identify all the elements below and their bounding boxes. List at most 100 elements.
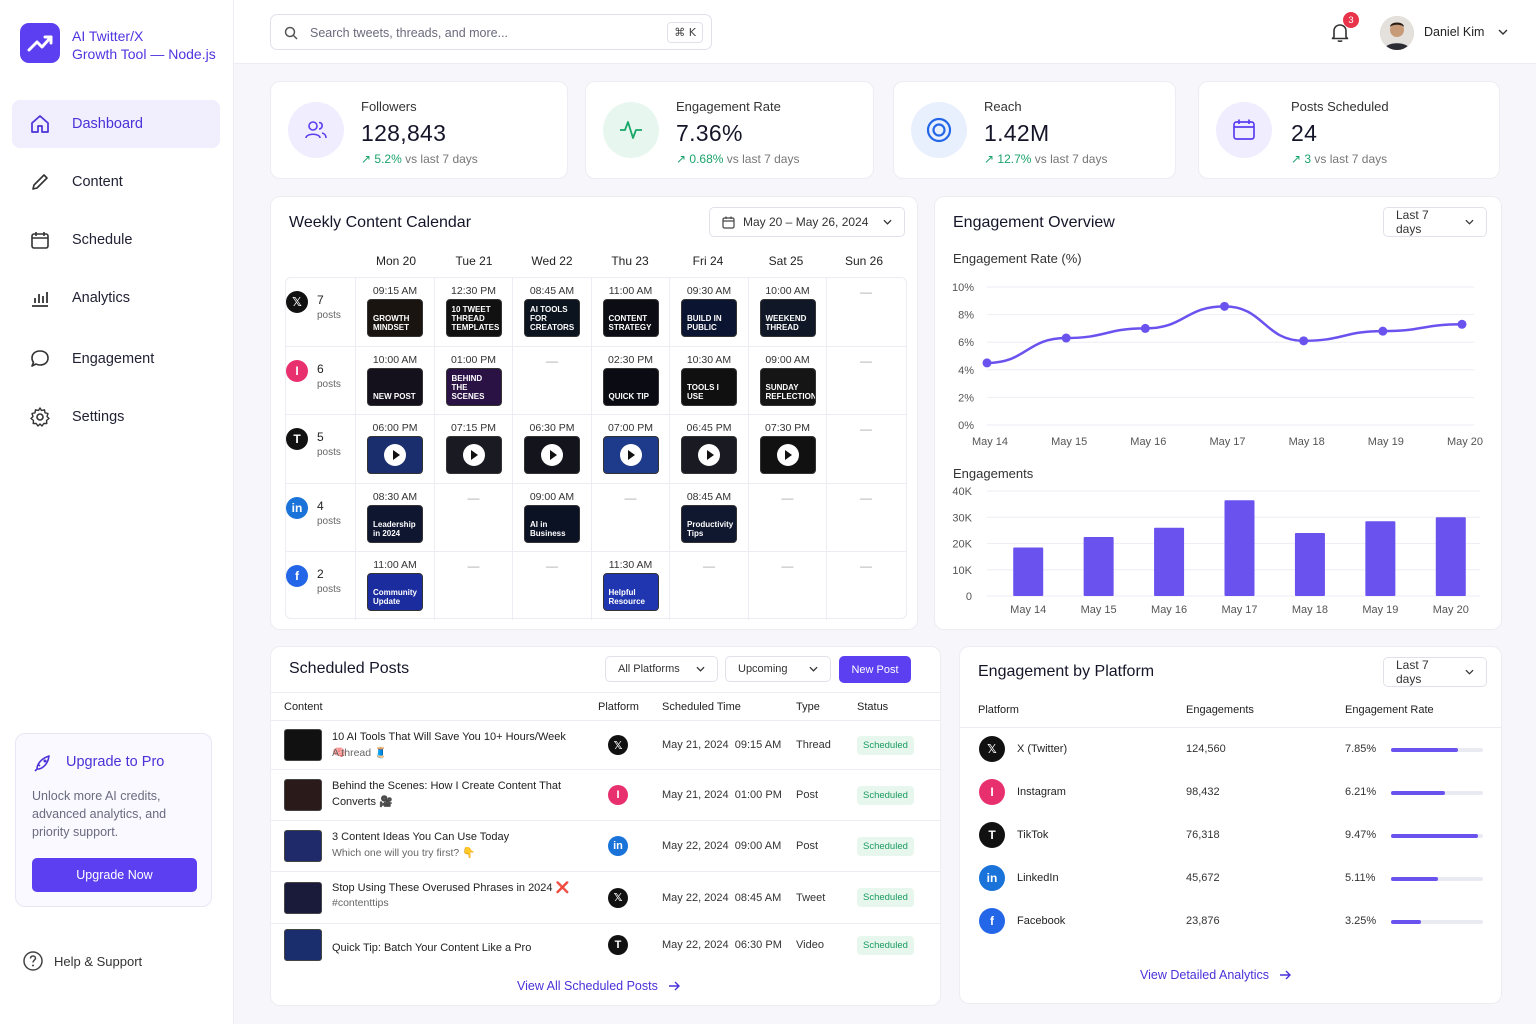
thumbnail-text: CONTENT STRATEGY (608, 314, 652, 332)
engagements-value: 124,560 (1186, 743, 1226, 755)
post-time: 06:30 PM (529, 422, 575, 434)
nav-engagement[interactable]: Engagement (12, 335, 220, 383)
platform-name: Instagram (1017, 786, 1066, 798)
nav-content[interactable]: Content (12, 158, 220, 206)
post-thumbnail[interactable]: GROWTH MINDSET (367, 299, 423, 337)
post-time: 07:30 PM (765, 422, 810, 434)
time-filter-dropdown[interactable]: Upcoming (725, 656, 831, 682)
post-thumbnail[interactable]: WEEKEND THREAD (759, 299, 816, 337)
view-all-scheduled-link[interactable]: View All Scheduled Posts (517, 979, 680, 993)
table-row[interactable]: Quick Tip: Batch Your Content Like a Pro… (271, 924, 940, 966)
avatar[interactable] (1380, 16, 1414, 50)
post-thumbnail[interactable] (759, 436, 816, 474)
post-thumbnail[interactable]: TOOLS I USE (681, 367, 737, 406)
user-menu[interactable]: Daniel Kim (1424, 25, 1508, 39)
help-support-link[interactable]: Help & Support (22, 950, 142, 972)
column-divider (826, 414, 827, 483)
column-divider (355, 345, 356, 414)
calendar-range-dropdown[interactable]: May 20 – May 26, 2024 (709, 207, 905, 237)
post-thumbnail[interactable]: Community Update (367, 573, 423, 611)
status-badge: Scheduled (857, 888, 914, 907)
column-divider (669, 414, 670, 483)
engagement-overview-card: Engagement Overview Last 7 days Engageme… (934, 196, 1502, 630)
post-time: 09:00 AM (529, 490, 575, 503)
table-row[interactable]: 10 AI Tools That Will Save You 10+ Hours… (271, 721, 940, 770)
notification-badge: 3 (1343, 12, 1359, 28)
sidebar: AI Twitter/X Growth Tool — Node.js Dashb… (0, 0, 234, 1024)
search-input[interactable]: Search tweets, threads, and more... ⌘ K (270, 14, 712, 50)
column-divider (355, 277, 356, 346)
post-thumbnail[interactable]: Helpful Resource (602, 573, 659, 611)
overview-period-dropdown[interactable]: Last 7 days (1383, 207, 1487, 237)
bar (1013, 547, 1044, 596)
period-label: Last 7 days (1396, 208, 1429, 236)
platform-period-dropdown[interactable]: Last 7 days (1383, 657, 1487, 687)
post-thumbnail[interactable]: BUILD IN PUBLIC (681, 299, 737, 337)
day-header: Fri 24 (692, 254, 724, 268)
post-thumbnail[interactable] (367, 436, 423, 474)
platform-filter-dropdown[interactable]: All Platforms (605, 656, 718, 682)
post-thumbnail[interactable] (602, 436, 659, 474)
post-thumbnail[interactable]: SUNDAY REFLECTION (759, 367, 816, 406)
scheduled-title: Scheduled Posts (289, 660, 410, 677)
bar (1083, 536, 1114, 596)
table-row[interactable]: Stop Using These Overused Phrases in 202… (271, 872, 940, 924)
stat-change: 12.7% (997, 152, 1032, 166)
stat-card-reach: Reach 1.42M ↗ 12.7% vs last 7 days (893, 81, 1176, 179)
calendar-title: Weekly Content Calendar (289, 214, 472, 231)
post-count: 2 (317, 567, 324, 581)
post-thumbnail[interactable]: CONTENT STRATEGY (602, 299, 659, 337)
empty-slot: — (467, 490, 480, 505)
stat-card-followers: Followers 128,843 ↗ 5.2% vs last 7 days (270, 81, 568, 179)
data-point (1457, 319, 1467, 329)
post-thumbnail[interactable]: Productivity Tips (681, 504, 737, 543)
brand-line2: Growth Tool — Node.js (72, 46, 216, 62)
column-divider (669, 345, 670, 414)
data-point (982, 358, 992, 368)
post-thumbnail[interactable]: NEW POST (367, 367, 423, 406)
day-header: Tue 21 (455, 254, 493, 268)
stat-suffix: vs last 7 days (726, 152, 800, 166)
stat-label: Reach (984, 99, 1022, 114)
post-title: 3 Content Ideas You Can Use Today (332, 831, 510, 843)
scheduled-time: May 22, 2024 09:00 AM (662, 840, 782, 852)
status-badge: Scheduled (857, 935, 914, 955)
post-thumbnail (284, 830, 322, 862)
notifications-button[interactable]: 3 (1328, 12, 1359, 46)
thumbnail-text: GROWTH MINDSET (373, 314, 410, 332)
post-thumbnail[interactable]: 10 TWEET THREAD TEMPLATES (445, 299, 502, 337)
post-thumbnail[interactable]: QUICK TIP (602, 367, 659, 406)
column-divider (747, 551, 749, 620)
stat-suffix: vs last 7 days (405, 152, 478, 166)
arrow-right-icon (668, 981, 680, 991)
y-tick-label: 30K (952, 512, 972, 524)
nav-analytics[interactable]: Analytics (12, 274, 220, 322)
nav-schedule[interactable]: Schedule (12, 216, 220, 264)
stat-suffix: vs last 7 days (1034, 152, 1108, 166)
play-icon (776, 444, 799, 466)
upgrade-now-button[interactable]: Upgrade Now (32, 858, 197, 892)
platform-title: Engagement by Platform (978, 663, 1155, 680)
table-row[interactable]: Behind the Scenes: How I Create Content … (271, 770, 940, 821)
nav-dashboard[interactable]: Dashboard (12, 100, 220, 148)
post-thumbnail[interactable] (524, 436, 580, 474)
column-divider (355, 414, 356, 483)
engagement-rate-value: 5.11% (1345, 872, 1376, 884)
post-thumbnail[interactable]: AI in Business (524, 504, 580, 543)
post-thumbnail[interactable]: BEHIND THE SCENES (445, 367, 502, 406)
view-detailed-analytics-link[interactable]: View Detailed Analytics (1140, 968, 1292, 982)
post-thumbnail[interactable] (681, 436, 737, 474)
column-divider (433, 414, 435, 483)
column-divider (747, 414, 749, 483)
x-tick-label: May 20 (1433, 604, 1469, 616)
upgrade-description: Unlock more AI credits, advanced analyti… (32, 789, 167, 839)
thumbnail-text: WEEKEND THREAD (765, 314, 807, 332)
new-post-button[interactable]: New Post (839, 656, 911, 683)
post-thumbnail[interactable]: Leadership in 2024 (367, 504, 423, 543)
nav-settings[interactable]: Settings (12, 393, 220, 441)
post-thumbnail[interactable] (445, 436, 502, 474)
post-thumbnail[interactable]: AI TOOLS FOR CREATORS (524, 299, 580, 337)
empty-slot: — (546, 559, 558, 573)
table-row[interactable]: 3 Content Ideas You Can Use Today Which o… (271, 821, 940, 872)
empty-slot: — (546, 353, 558, 368)
